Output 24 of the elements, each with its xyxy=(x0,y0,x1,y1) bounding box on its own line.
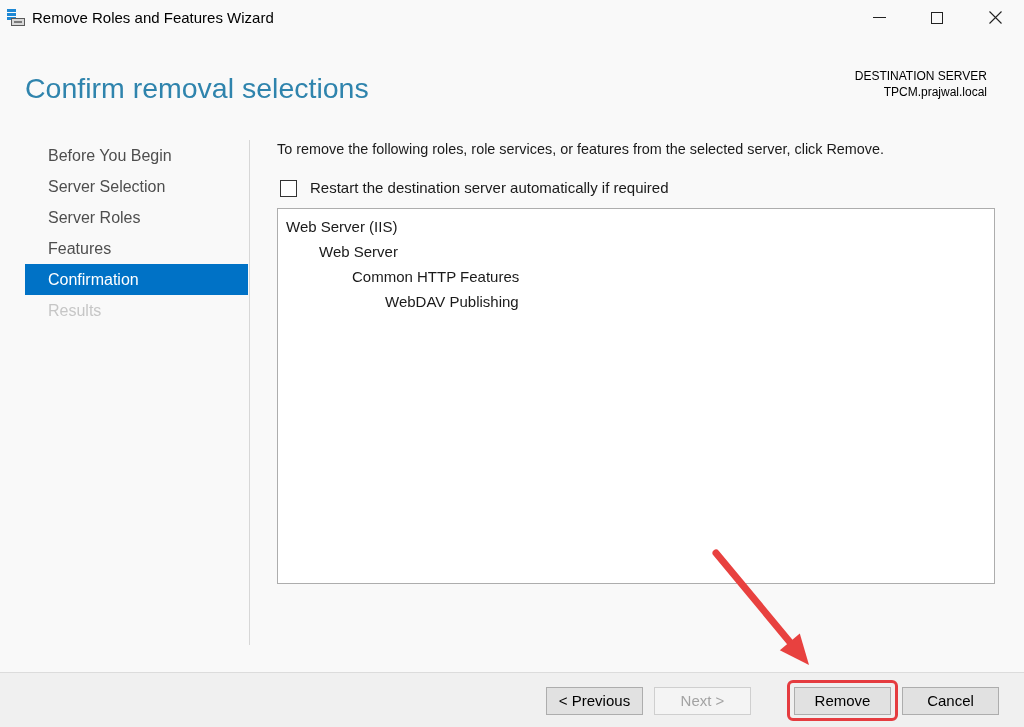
server-icon xyxy=(7,9,25,26)
destination-label: DESTINATION SERVER xyxy=(854,68,987,84)
checkbox-label[interactable]: Restart the destination server automatically if required xyxy=(310,179,669,197)
tree-item: Web Server xyxy=(318,242,399,262)
close-icon xyxy=(988,11,1002,24)
tree-item: Common HTTP Features xyxy=(351,267,521,287)
tree-item: WebDAV Publishing xyxy=(384,292,520,312)
tree-item: Web Server (IIS) xyxy=(285,217,399,237)
pointer-arrow-icon xyxy=(712,549,812,668)
wizard-step[interactable]: Features xyxy=(25,233,248,264)
wizard-step[interactable]: Server Roles xyxy=(25,202,248,233)
wizard-button[interactable]: Cancel xyxy=(902,687,999,715)
page-heading: Confirm removal selections xyxy=(25,71,369,106)
maximize-icon xyxy=(931,11,943,24)
minimize-icon xyxy=(872,17,886,18)
wizard-step[interactable]: Before You Begin xyxy=(25,140,248,171)
wizard-step[interactable]: Confirmation xyxy=(25,264,248,295)
window-title: Remove Roles and Features Wizard xyxy=(32,8,274,27)
wizard-button[interactable]: < Previous xyxy=(546,687,643,715)
checkbox[interactable] xyxy=(280,179,297,197)
destination-server-name: TPCM.prajwal.local xyxy=(882,84,987,100)
wizard-button[interactable]: Remove xyxy=(794,687,891,715)
instruction-text: To remove the following roles, role services, or features from the selected server, click Remove. xyxy=(277,140,886,158)
wizard-step[interactable]: Server Selection xyxy=(25,171,248,202)
